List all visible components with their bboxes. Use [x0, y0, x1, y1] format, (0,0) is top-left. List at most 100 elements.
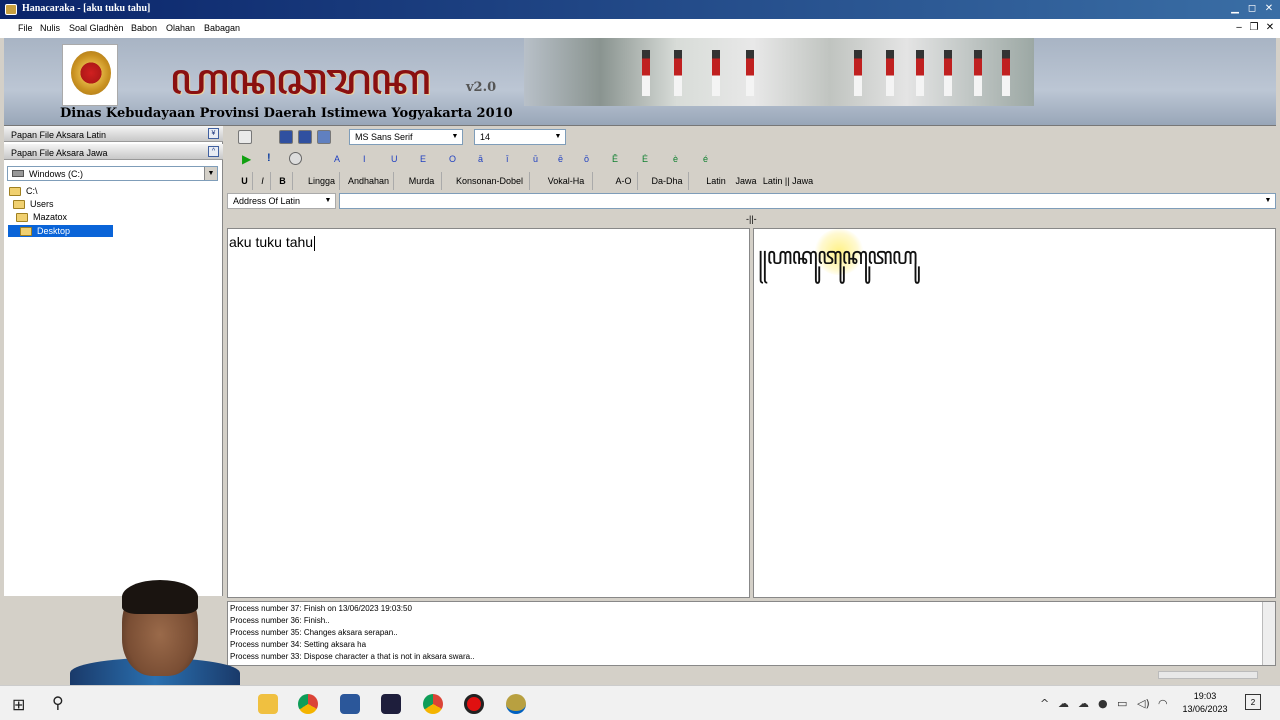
log-line: Process number 34: Setting aksara ha: [230, 640, 367, 649]
vowel-button-a[interactable]: A: [334, 154, 340, 164]
mdi-close-button[interactable]: ✕: [1263, 22, 1277, 34]
address-of-latin-select[interactable]: Address Of Latin ▼: [227, 193, 336, 209]
murda-button[interactable]: Murda: [402, 172, 442, 190]
bold-button[interactable]: B: [273, 172, 293, 190]
vowel-button-o[interactable]: O: [449, 154, 456, 164]
jawa-editor[interactable]: ꧋ꦲꦏꦸꦠꦸꦏꦸꦠꦲꦸ: [753, 228, 1276, 598]
andhahan-button[interactable]: Andhahan: [344, 172, 394, 190]
windows-start-icon[interactable]: ⊞: [12, 695, 25, 715]
mdi-minimize-button[interactable]: ‒: [1232, 22, 1246, 34]
record-icon[interactable]: [464, 694, 484, 714]
tree-item-c[interactable]: C:\: [9, 185, 38, 197]
save-icon[interactable]: [279, 130, 293, 144]
copy-icon[interactable]: [317, 130, 331, 144]
jawa-view-button[interactable]: Jawa: [733, 172, 759, 190]
notifications-icon[interactable]: 2: [1245, 694, 1261, 710]
volume-icon[interactable]: ◁): [1137, 697, 1150, 710]
menu-olahan[interactable]: Olahan: [166, 23, 195, 33]
menu-soal-gladhen[interactable]: Soal Gladhèn: [69, 23, 124, 33]
hanacaraka-taskbar-icon[interactable]: [506, 694, 526, 714]
splitter-handle[interactable]: -||-: [746, 214, 757, 224]
latin-jawa-view-button[interactable]: Latin || Jawa: [760, 172, 816, 190]
font-size-select[interactable]: 14 ▼: [474, 129, 566, 145]
log-scrollbar[interactable]: [1262, 602, 1275, 665]
folder-open-icon: [13, 200, 25, 210]
vowel-button-i[interactable]: I: [363, 154, 366, 164]
vowel-button-e[interactable]: E: [420, 154, 426, 164]
vowel-button-long-e[interactable]: ē: [558, 154, 563, 164]
clock-time: 19:03: [1193, 691, 1217, 701]
drive-select[interactable]: Windows (C:) ▼: [7, 166, 218, 181]
menu-babagan[interactable]: Babagan: [204, 23, 240, 33]
maximize-button[interactable]: ◻: [1245, 3, 1259, 15]
menu-babon[interactable]: Babon: [131, 23, 157, 33]
menu-file[interactable]: File: [18, 23, 33, 33]
chrome-icon[interactable]: [423, 694, 443, 714]
network-icon[interactable]: ☁: [1058, 697, 1069, 710]
log-line: Process number 35: Changes aksara serapa…: [230, 628, 398, 637]
underline-button[interactable]: U: [237, 172, 253, 190]
jawa-text: ꧋ꦲꦏꦸꦠꦸꦏꦸꦠꦲꦸ: [758, 242, 918, 270]
horizontal-scrollbar[interactable]: [1158, 671, 1258, 679]
app-icon[interactable]: [381, 694, 401, 714]
save-as-icon[interactable]: [298, 130, 312, 144]
menu-nulis[interactable]: Nulis: [40, 23, 60, 33]
collapse-chevron-icon[interactable]: ^: [208, 146, 219, 157]
word-icon[interactable]: [340, 694, 360, 714]
vowel-button-long-i[interactable]: ī: [506, 154, 509, 164]
vowel-button-long-a[interactable]: ā: [478, 154, 483, 164]
vowel-button-long-u[interactable]: ū: [533, 154, 538, 164]
close-button[interactable]: ✕: [1262, 3, 1276, 15]
log-line: Process number 33: Dispose character a t…: [230, 652, 475, 661]
vowel-button-e-dot[interactable]: Ė: [642, 154, 648, 164]
konsonan-dobel-button[interactable]: Konsonan-Dobel: [450, 172, 530, 190]
chrome-icon[interactable]: [298, 694, 318, 714]
open-icon[interactable]: [238, 130, 252, 144]
tree-item-mazatox[interactable]: Mazatox: [16, 211, 67, 223]
log-line: Process number 37: Finish on 13/06/2023 …: [230, 604, 412, 613]
italic-button[interactable]: I: [255, 172, 271, 190]
status-bar: [224, 667, 1280, 685]
tree-item-users[interactable]: Users: [13, 198, 54, 210]
expand-chevron-icon[interactable]: ¥: [208, 128, 219, 139]
vowel-button-e-grave[interactable]: è: [673, 154, 678, 164]
vowel-button-e-acute[interactable]: é: [703, 154, 708, 164]
font-family-select[interactable]: MS Sans Serif ▼: [349, 129, 463, 145]
minimize-button[interactable]: ▁: [1228, 3, 1242, 15]
tree-item-desktop[interactable]: Desktop: [8, 225, 113, 237]
chevron-up-icon[interactable]: ^: [1040, 697, 1049, 710]
dropdown-arrow-icon[interactable]: ▼: [551, 130, 565, 144]
panel-jawa-header[interactable]: Papan File Aksara Jawa ^: [4, 144, 223, 160]
dropdown-arrow-icon[interactable]: ▼: [1261, 194, 1275, 208]
latin-view-button[interactable]: Latin: [702, 172, 730, 190]
lingga-button[interactable]: Lingga: [304, 172, 340, 190]
dropdown-arrow-icon[interactable]: ▼: [321, 194, 335, 208]
vowel-button-long-o[interactable]: ō: [584, 154, 589, 164]
onedrive-icon[interactable]: ☁: [1078, 697, 1089, 710]
wifi-icon[interactable]: ◠: [1158, 697, 1168, 710]
dropdown-arrow-icon[interactable]: ▼: [204, 167, 217, 180]
latin-editor[interactable]: aku tuku tahu: [227, 228, 750, 598]
microphone-icon[interactable]: ●: [1098, 697, 1108, 710]
file-explorer-icon[interactable]: [258, 694, 278, 714]
panel-latin-label: Papan File Aksara Latin: [11, 130, 107, 140]
mdi-restore-button[interactable]: ❐: [1247, 22, 1261, 34]
banner-photo: [524, 38, 1034, 106]
dropdown-arrow-icon[interactable]: ▼: [448, 130, 462, 144]
play-icon[interactable]: ▶: [242, 152, 251, 166]
banner-subtitle: Dinas Kebudayaan Provinsi Daerah Istimew…: [60, 106, 513, 121]
search-icon[interactable]: ⚲: [52, 693, 64, 713]
da-dha-button[interactable]: Da-Dha: [646, 172, 689, 190]
vowel-button-e-circ[interactable]: Ê: [612, 154, 618, 164]
a-o-button[interactable]: A-O: [610, 172, 638, 190]
vokal-ha-button[interactable]: Vokal-Ha: [540, 172, 593, 190]
panel-latin-header[interactable]: Papan File Aksara Latin ¥: [4, 126, 223, 142]
system-clock[interactable]: 19:03 13/06/2023: [1175, 690, 1235, 716]
exclamation-icon[interactable]: !: [267, 152, 271, 164]
latin-text: aku tuku tahu: [229, 234, 316, 251]
yogyakarta-emblem: [62, 44, 118, 106]
title-bar: Hanacaraka - [aku tuku tahu] ▁ ◻ ✕: [0, 0, 1280, 19]
settings-circle-icon[interactable]: [289, 152, 302, 165]
address-input[interactable]: ▼: [339, 193, 1276, 209]
vowel-button-u[interactable]: U: [391, 154, 398, 164]
